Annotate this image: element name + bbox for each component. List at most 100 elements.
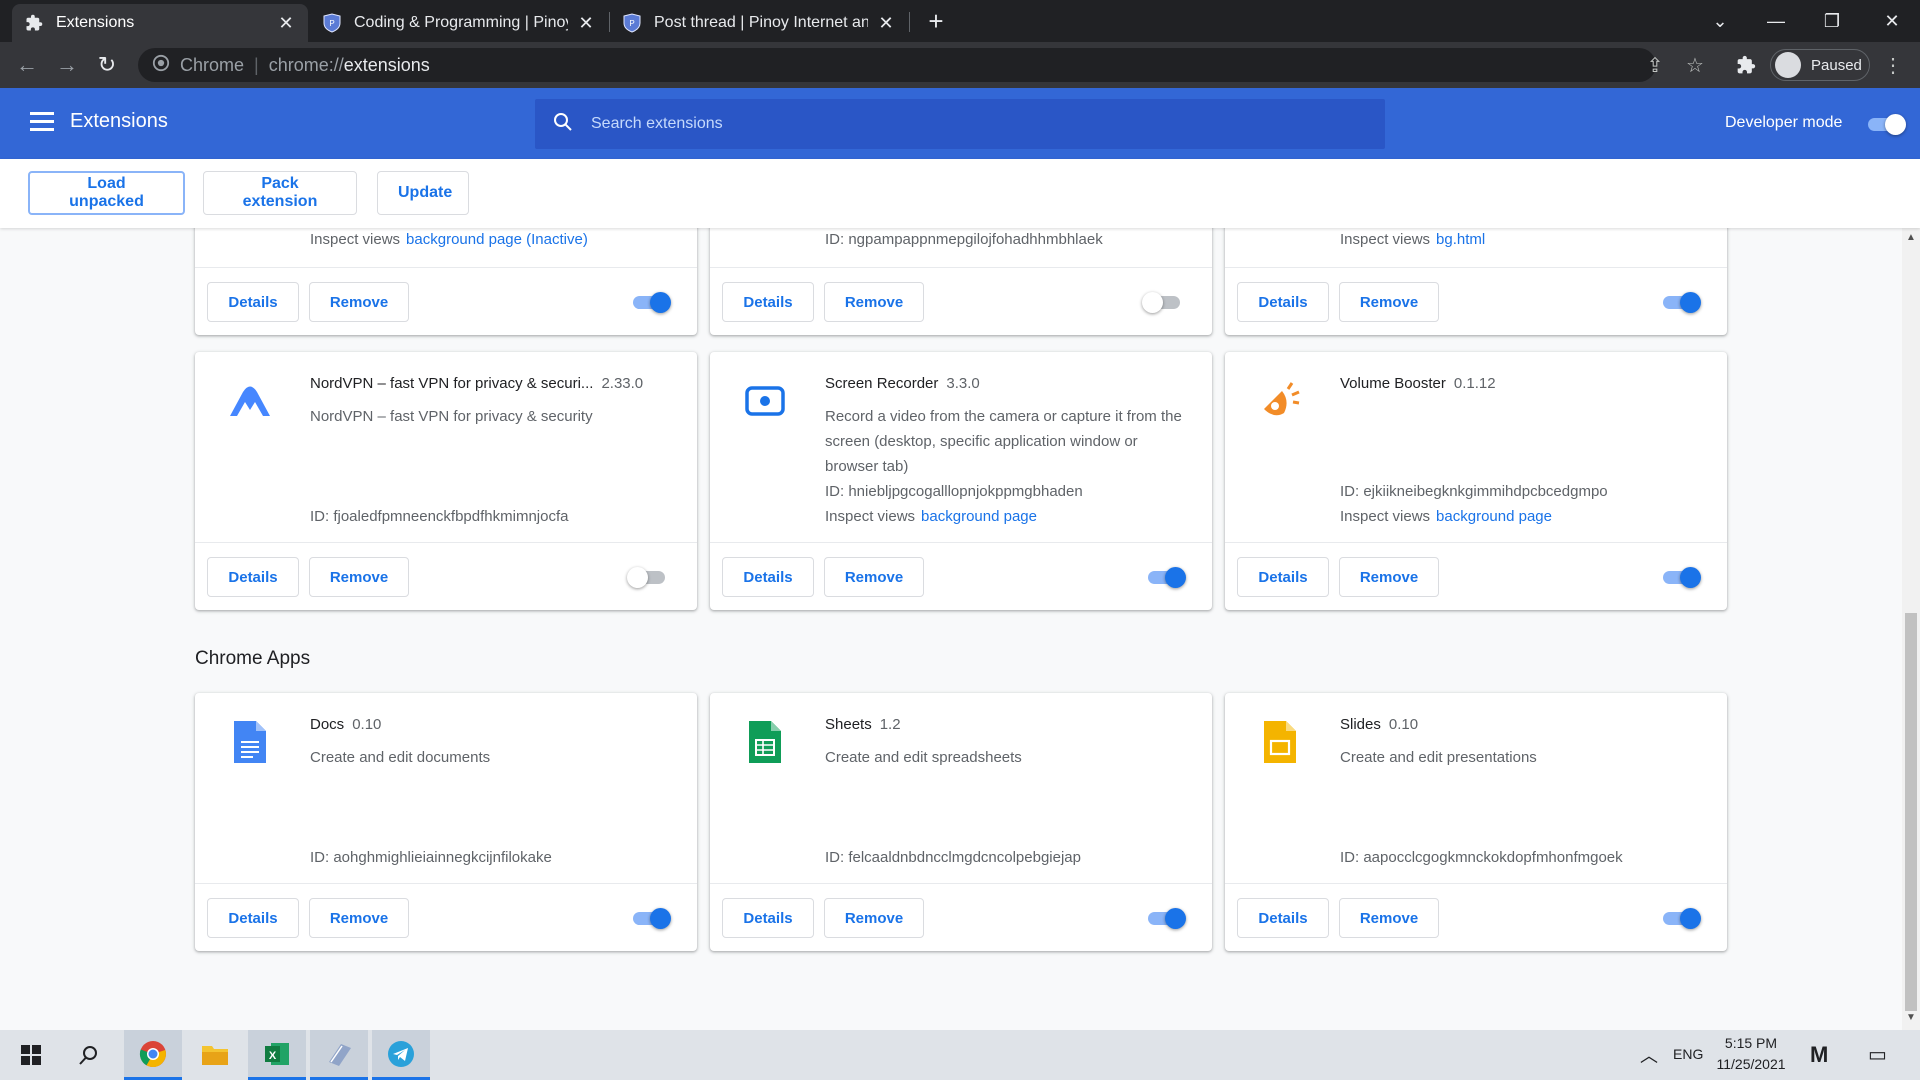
extension-card: Inspect views background page (Inactive) …: [195, 228, 697, 335]
minimize-icon[interactable]: —: [1748, 0, 1804, 42]
url-scheme: chrome://: [268, 54, 344, 75]
tray-overflow-chevron-icon[interactable]: ︿: [1640, 1042, 1658, 1068]
telegram-icon[interactable]: [372, 1030, 430, 1080]
extensions-puzzle-icon[interactable]: [1733, 52, 1759, 78]
details-button[interactable]: Details: [722, 282, 814, 322]
enable-toggle[interactable]: [1146, 566, 1186, 588]
card-divider: [195, 542, 697, 543]
close-tab-icon[interactable]: ✕: [576, 13, 596, 34]
file-explorer-icon[interactable]: [186, 1030, 244, 1080]
enable-toggle[interactable]: [631, 907, 671, 929]
inspect-views: Inspect views background page (Inactive): [310, 231, 588, 248]
mi-app-icon[interactable]: M: [1810, 1042, 1828, 1068]
extension-id: ID: ngpampappnmepgilojfohadhhmbhlaek: [825, 231, 1103, 248]
app-description: Create and edit documents: [310, 749, 491, 766]
remove-button[interactable]: Remove: [309, 898, 409, 938]
inspect-views: Inspect views background page: [1340, 508, 1552, 525]
scroll-down-arrow-icon[interactable]: ▼: [1905, 1012, 1917, 1026]
enable-toggle[interactable]: [1661, 907, 1701, 929]
restore-icon[interactable]: ❐: [1804, 0, 1860, 42]
extensions-header: Extensions Developer mode: [0, 88, 1920, 159]
start-button-windows-icon[interactable]: [2, 1030, 60, 1080]
profile-button[interactable]: Paused: [1770, 49, 1870, 81]
tab-extensions[interactable]: Extensions ✕: [12, 4, 308, 42]
forward-arrow-icon[interactable]: →: [52, 50, 82, 80]
remove-button[interactable]: Remove: [309, 557, 409, 597]
tab-search-chevron-icon[interactable]: ⌄: [1692, 0, 1748, 42]
details-button[interactable]: Details: [207, 898, 299, 938]
details-button[interactable]: Details: [1237, 557, 1329, 597]
details-button[interactable]: Details: [207, 282, 299, 322]
app-name: Docs 0.10: [310, 716, 382, 733]
share-icon[interactable]: ⇪: [1642, 52, 1668, 78]
tab-title: Post thread | Pinoy Internet and: [654, 14, 868, 31]
extension-card-volume-booster: Volume Booster 0.1.12 ID: ejkiikneibegknk…: [1225, 352, 1727, 610]
omnibox[interactable]: Chrome | chrome://extensions: [138, 48, 1656, 82]
docs-icon: [225, 717, 275, 767]
card-divider: [710, 267, 1212, 268]
remove-button[interactable]: Remove: [1339, 282, 1439, 322]
close-window-icon[interactable]: ✕: [1864, 0, 1920, 42]
avatar: [1775, 52, 1801, 78]
svg-text:P: P: [329, 19, 334, 28]
bookmark-star-icon[interactable]: ☆: [1682, 52, 1708, 78]
clock-date[interactable]: 11/25/2021: [1712, 1056, 1790, 1072]
inspect-link[interactable]: bg.html: [1436, 231, 1485, 248]
inspect-link[interactable]: background page: [1436, 508, 1552, 525]
page-title: Extensions: [70, 110, 168, 132]
language-indicator[interactable]: ENG: [1673, 1046, 1703, 1062]
chrome-logo-icon: [152, 54, 170, 77]
extension-card-nordvpn: NordVPN – fast VPN for privacy & securi.…: [195, 352, 697, 610]
close-tab-icon[interactable]: ✕: [876, 13, 896, 34]
back-arrow-icon[interactable]: ←: [12, 50, 42, 80]
details-button[interactable]: Details: [1237, 282, 1329, 322]
search-icon[interactable]: [60, 1030, 118, 1080]
chrome-taskbar-icon[interactable]: [124, 1030, 182, 1080]
tab-coding-programming[interactable]: P Coding & Programming | Pinoy I ✕: [310, 4, 608, 42]
remove-button[interactable]: Remove: [1339, 898, 1439, 938]
app-description: Create and edit spreadsheets: [825, 749, 1022, 766]
more-menu-icon[interactable]: ⋮: [1880, 52, 1906, 78]
clock-time[interactable]: 5:15 PM: [1716, 1035, 1786, 1051]
remove-button[interactable]: Remove: [824, 557, 924, 597]
enable-toggle[interactable]: [1146, 907, 1186, 929]
details-button[interactable]: Details: [207, 557, 299, 597]
search-input[interactable]: [591, 115, 1291, 133]
scrollbar-thumb[interactable]: [1905, 613, 1917, 1011]
inspect-link[interactable]: background page (Inactive): [406, 231, 588, 248]
browser-toolbar: ← → ↻ Chrome | chrome://extensions ⇪ ☆ P…: [0, 42, 1920, 88]
new-tab-button[interactable]: +: [922, 8, 950, 36]
page-scrollbar[interactable]: ▲ ▼: [1902, 228, 1920, 1030]
enable-toggle[interactable]: [1661, 566, 1701, 588]
search-box[interactable]: [535, 99, 1385, 149]
notes-app-icon[interactable]: [310, 1030, 368, 1080]
hamburger-menu-icon[interactable]: [30, 112, 54, 132]
developer-mode-toggle[interactable]: [1866, 113, 1906, 135]
enable-toggle[interactable]: [627, 566, 667, 588]
card-divider: [1225, 267, 1727, 268]
details-button[interactable]: Details: [722, 557, 814, 597]
app-description: Create and edit presentations: [1340, 749, 1537, 766]
reload-icon[interactable]: ↻: [92, 50, 122, 80]
notifications-icon[interactable]: ▭: [1868, 1042, 1887, 1067]
details-button[interactable]: Details: [722, 898, 814, 938]
details-button[interactable]: Details: [1237, 898, 1329, 938]
excel-icon[interactable]: X: [248, 1030, 306, 1080]
puzzle-icon: [24, 13, 44, 33]
tab-post-thread[interactable]: P Post thread | Pinoy Internet and ✕: [610, 4, 908, 42]
remove-button[interactable]: Remove: [1339, 557, 1439, 597]
update-button[interactable]: Update: [377, 171, 469, 215]
enable-toggle[interactable]: [1142, 291, 1182, 313]
extension-name: NordVPN – fast VPN for privacy & securi.…: [310, 375, 644, 392]
enable-toggle[interactable]: [1661, 291, 1701, 313]
close-tab-icon[interactable]: ✕: [276, 13, 296, 34]
remove-button[interactable]: Remove: [824, 282, 924, 322]
load-unpacked-button[interactable]: Load unpacked: [28, 171, 185, 215]
scroll-up-arrow-icon[interactable]: ▲: [1905, 232, 1917, 246]
remove-button[interactable]: Remove: [824, 898, 924, 938]
enable-toggle[interactable]: [631, 291, 671, 313]
app-card-docs: Docs 0.10 Create and edit documents ID: a…: [195, 693, 697, 951]
pack-extension-button[interactable]: Pack extension: [203, 171, 357, 215]
inspect-link[interactable]: background page: [921, 508, 1037, 525]
remove-button[interactable]: Remove: [309, 282, 409, 322]
